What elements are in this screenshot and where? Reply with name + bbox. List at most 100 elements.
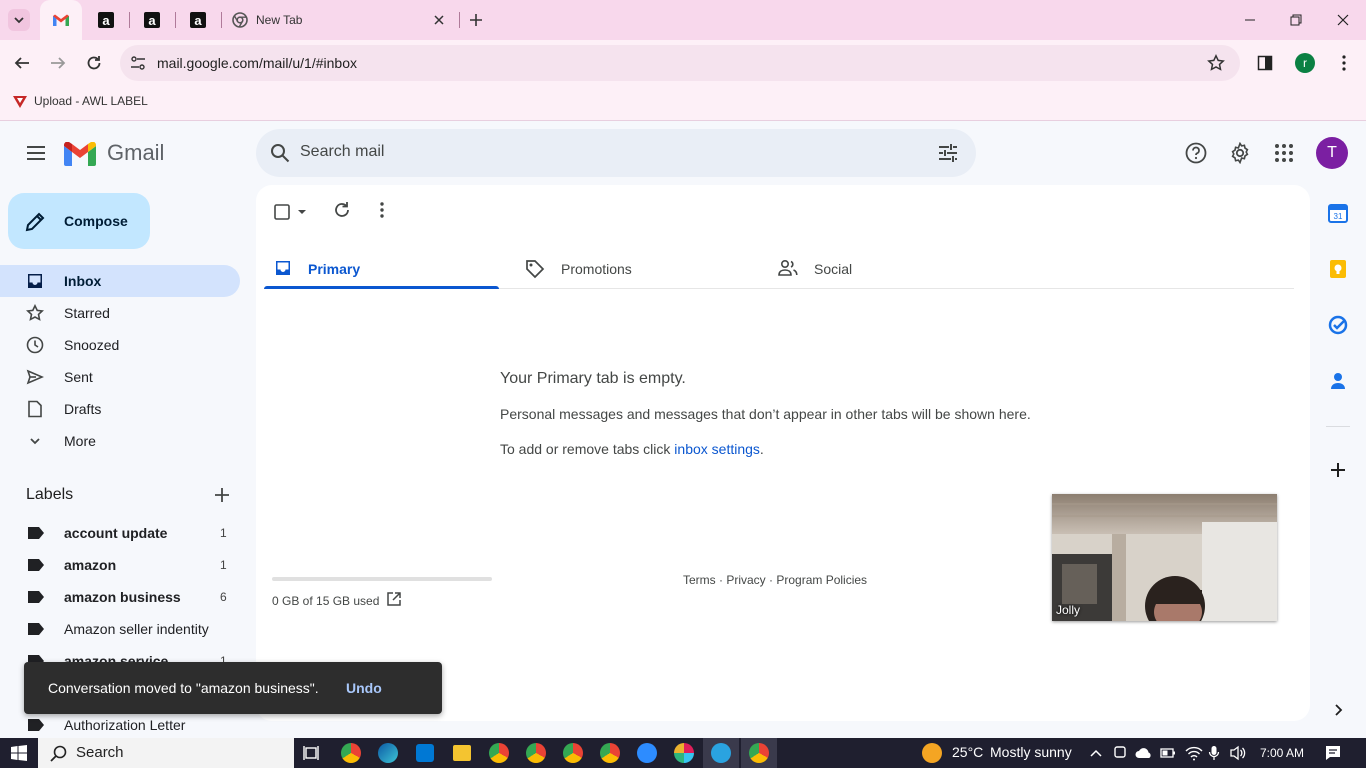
open-external-icon[interactable] bbox=[387, 592, 401, 606]
reload-icon[interactable] bbox=[85, 54, 103, 72]
profile-avatar[interactable]: r bbox=[1295, 53, 1315, 73]
contacts-icon[interactable] bbox=[1328, 371, 1348, 391]
search-bar[interactable]: Search mail bbox=[256, 129, 976, 177]
windows-start-icon[interactable] bbox=[11, 745, 27, 761]
chevron-right-icon[interactable] bbox=[1331, 703, 1345, 717]
inbox-icon bbox=[276, 261, 290, 275]
site-settings-icon[interactable] bbox=[130, 55, 146, 71]
search-input[interactable]: Search mail bbox=[300, 143, 384, 161]
minimize-icon[interactable] bbox=[1243, 13, 1257, 27]
close-icon[interactable] bbox=[432, 13, 446, 27]
side-panel-icon[interactable] bbox=[1257, 55, 1273, 71]
terms-link[interactable]: Terms bbox=[683, 573, 716, 587]
taskbar-search-box[interactable]: Search bbox=[38, 738, 294, 768]
tab-gmail[interactable] bbox=[40, 0, 82, 40]
bookmark-upload-awl[interactable]: Upload - AWL LABEL bbox=[8, 90, 168, 116]
zoom-taskbar-icon[interactable] bbox=[637, 743, 657, 763]
program-policies-link[interactable]: Program Policies bbox=[776, 573, 867, 587]
privacy-link[interactable]: Privacy bbox=[726, 573, 765, 587]
video-call-preview[interactable]: Jolly bbox=[1052, 494, 1277, 621]
notifications-icon[interactable] bbox=[1325, 745, 1341, 761]
tab-promotions[interactable]: Promotions bbox=[514, 245, 754, 289]
gmail-icon bbox=[53, 14, 69, 26]
tab-amazon-2[interactable]: a bbox=[138, 0, 166, 40]
weather-icon[interactable] bbox=[922, 743, 942, 763]
label-item[interactable]: account update 1 bbox=[0, 517, 240, 549]
chevron-up-icon[interactable] bbox=[1089, 746, 1103, 760]
tab-search-button[interactable] bbox=[8, 9, 30, 31]
volume-icon[interactable] bbox=[1229, 745, 1247, 761]
video-feed-image bbox=[1052, 494, 1277, 621]
nav-starred[interactable]: Starred bbox=[0, 297, 240, 329]
tab-new-tab[interactable]: New Tab bbox=[222, 0, 458, 40]
nav-more[interactable]: More bbox=[0, 425, 240, 457]
system-clock[interactable]: 7:00 AM bbox=[1260, 746, 1304, 760]
inbox-settings-link[interactable]: inbox settings bbox=[674, 441, 760, 457]
google-apps-icon[interactable] bbox=[1274, 143, 1294, 163]
add-label-icon[interactable] bbox=[213, 486, 231, 504]
label-tag-icon bbox=[28, 623, 44, 635]
account-avatar[interactable]: T bbox=[1316, 137, 1348, 169]
nav-drafts[interactable]: Drafts bbox=[0, 393, 240, 425]
edge-taskbar-icon[interactable] bbox=[378, 743, 398, 763]
bookmark-star-icon[interactable] bbox=[1207, 54, 1225, 72]
forward-icon[interactable] bbox=[49, 54, 67, 72]
restore-icon[interactable] bbox=[1289, 13, 1303, 27]
weather-description[interactable]: Mostly sunny bbox=[990, 744, 1072, 760]
nav-label: Sent bbox=[64, 369, 93, 385]
chrome-taskbar-icon[interactable] bbox=[341, 743, 361, 763]
tab-amazon-1[interactable]: a bbox=[92, 0, 120, 40]
refresh-icon[interactable] bbox=[332, 200, 352, 220]
help-icon[interactable] bbox=[1185, 142, 1207, 164]
nav-snoozed[interactable]: Snoozed bbox=[0, 329, 240, 361]
label-item[interactable]: amazon business 6 bbox=[0, 581, 240, 613]
onedrive-cloud-icon[interactable] bbox=[1135, 746, 1153, 760]
label-name: account update bbox=[64, 525, 168, 541]
label-name: Amazon seller indentity bbox=[64, 621, 209, 637]
weather-temp[interactable]: 25°C bbox=[952, 744, 983, 760]
tasks-icon[interactable] bbox=[1328, 315, 1348, 335]
undo-button[interactable]: Undo bbox=[346, 680, 382, 696]
compose-button[interactable]: Compose bbox=[8, 193, 150, 249]
keep-icon[interactable] bbox=[1328, 259, 1348, 279]
get-addons-plus-icon[interactable] bbox=[1329, 461, 1347, 479]
new-tab-plus-icon[interactable] bbox=[467, 11, 485, 29]
label-item[interactable]: Amazon seller indentity bbox=[0, 613, 240, 645]
main-menu-icon[interactable] bbox=[25, 143, 47, 163]
slack-taskbar-icon[interactable] bbox=[674, 743, 694, 763]
nav-inbox[interactable]: Inbox bbox=[0, 265, 240, 297]
address-bar[interactable]: mail.google.com/mail/u/1/#inbox bbox=[120, 45, 1240, 81]
chrome-taskbar-icon bbox=[749, 743, 769, 763]
select-all-checkbox[interactable] bbox=[274, 202, 314, 222]
task-view-icon[interactable] bbox=[303, 745, 319, 761]
tab-amazon-3[interactable]: a bbox=[184, 0, 212, 40]
search-options-icon[interactable] bbox=[938, 143, 958, 163]
microphone-icon[interactable] bbox=[1208, 745, 1220, 761]
file-explorer-taskbar-icon[interactable] bbox=[453, 745, 471, 761]
telegram-taskbar-tile[interactable] bbox=[703, 738, 739, 768]
store-taskbar-icon[interactable] bbox=[416, 744, 434, 762]
chrome-taskbar-icon[interactable] bbox=[489, 743, 509, 763]
tab-social[interactable]: Social bbox=[768, 245, 1008, 289]
window-close-icon[interactable] bbox=[1336, 13, 1350, 27]
chrome-taskbar-icon[interactable] bbox=[526, 743, 546, 763]
active-chrome-taskbar-tile[interactable] bbox=[741, 738, 777, 768]
calendar-icon[interactable]: 31 bbox=[1328, 203, 1348, 223]
browser-menu-icon[interactable] bbox=[1336, 54, 1352, 72]
battery-icon[interactable] bbox=[1160, 746, 1176, 760]
meet-now-icon[interactable] bbox=[1113, 745, 1127, 761]
wifi-icon[interactable] bbox=[1185, 745, 1203, 761]
settings-gear-icon[interactable] bbox=[1229, 142, 1251, 164]
tab-primary[interactable]: Primary bbox=[264, 245, 499, 289]
label-item[interactable]: amazon 1 bbox=[0, 549, 240, 581]
more-options-icon[interactable] bbox=[374, 200, 390, 220]
chrome-taskbar-icon[interactable] bbox=[600, 743, 620, 763]
settings-suffix: . bbox=[759, 441, 764, 457]
tab-divider bbox=[459, 12, 460, 28]
search-icon[interactable] bbox=[270, 143, 290, 163]
chrome-taskbar-icon[interactable] bbox=[563, 743, 583, 763]
people-icon bbox=[778, 259, 798, 276]
gmail-logo-icon[interactable] bbox=[64, 142, 96, 166]
nav-sent[interactable]: Sent bbox=[0, 361, 240, 393]
back-icon[interactable] bbox=[13, 54, 31, 72]
